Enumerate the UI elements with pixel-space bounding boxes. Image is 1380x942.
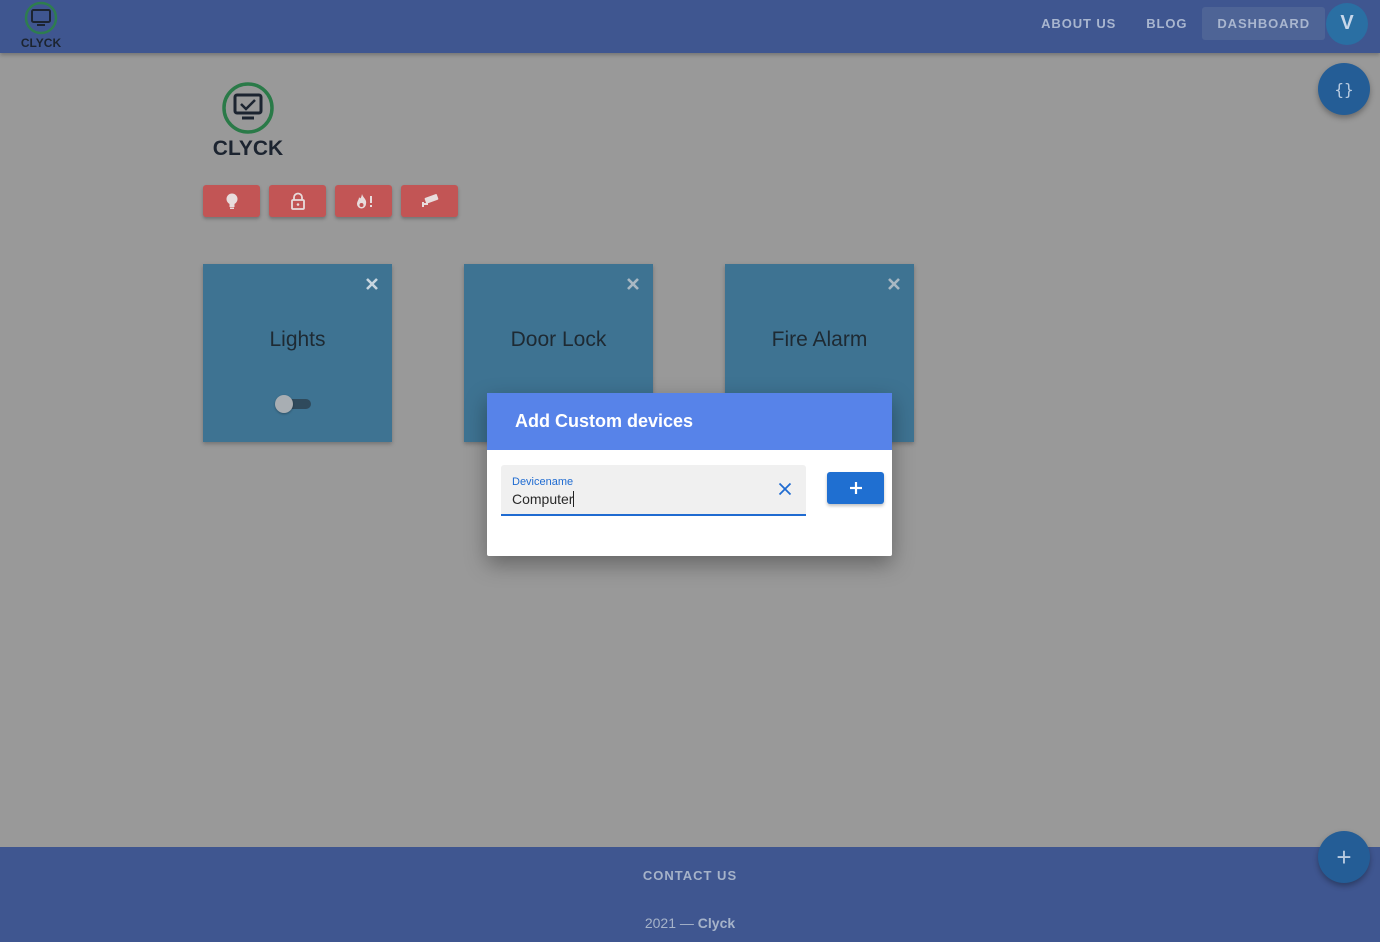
add-device-fab[interactable]: + [1318,831,1370,883]
lightbulb-icon [226,193,237,209]
top-app-bar: CLYCK ABOUT US BLOG DASHBOARD V [0,0,1380,53]
footer: CONTACT US 2021 — Clyck [0,847,1380,942]
lights-toggle-switch[interactable] [275,394,313,414]
logo-text: CLYCK [21,36,62,50]
dashboard-logo: CLYCK [208,80,290,160]
dialog-title: Add Custom devices [487,393,892,450]
fire-alarm-icon [356,194,372,209]
devicename-field[interactable]: Devicename Computer [501,465,806,516]
code-view-button[interactable]: {} [1318,63,1370,115]
nav-about-us[interactable]: ABOUT US [1026,7,1131,40]
add-lights-button[interactable] [203,185,260,217]
plus-icon [849,482,862,494]
close-icon[interactable] [886,276,902,292]
copyright-brand: Clyck [697,915,736,931]
add-security-camera-button[interactable] [401,185,458,217]
device-type-toolbar [203,185,458,217]
devicename-input[interactable]: Computer [512,491,574,507]
toggle-knob [275,395,293,413]
add-device-button[interactable] [827,472,884,504]
code-braces-icon: {} [1334,79,1354,99]
security-camera-icon [421,194,438,207]
clyck-logo[interactable]: CLYCK [16,1,66,51]
user-avatar[interactable]: V [1326,2,1368,45]
copyright: 2021 — Clyck [0,915,1380,931]
device-card-lights: Lights [203,264,392,442]
copyright-year: 2021 — [644,915,694,931]
device-card-title: Lights [269,328,326,351]
close-icon[interactable] [364,276,380,292]
add-custom-device-dialog: Add Custom devices Devicename Computer [487,393,892,556]
device-card-title: Fire Alarm [771,328,868,351]
nav-blog[interactable]: BLOG [1131,7,1202,40]
close-icon[interactable] [625,276,641,292]
device-card-title: Door Lock [510,328,607,351]
add-fire-alarm-button[interactable] [335,185,392,217]
contact-us-link[interactable]: CONTACT US [0,868,1380,883]
devicename-label: Devicename [512,476,574,488]
nav-dashboard[interactable]: DASHBOARD [1202,7,1325,40]
lock-icon [290,192,305,210]
top-nav: ABOUT US BLOG DASHBOARD V [1026,0,1368,47]
plus-icon: + [1336,841,1352,872]
dashboard-logo-text: CLYCK [213,137,283,160]
add-door-lock-button[interactable] [269,185,326,217]
clear-icon[interactable] [778,482,792,496]
